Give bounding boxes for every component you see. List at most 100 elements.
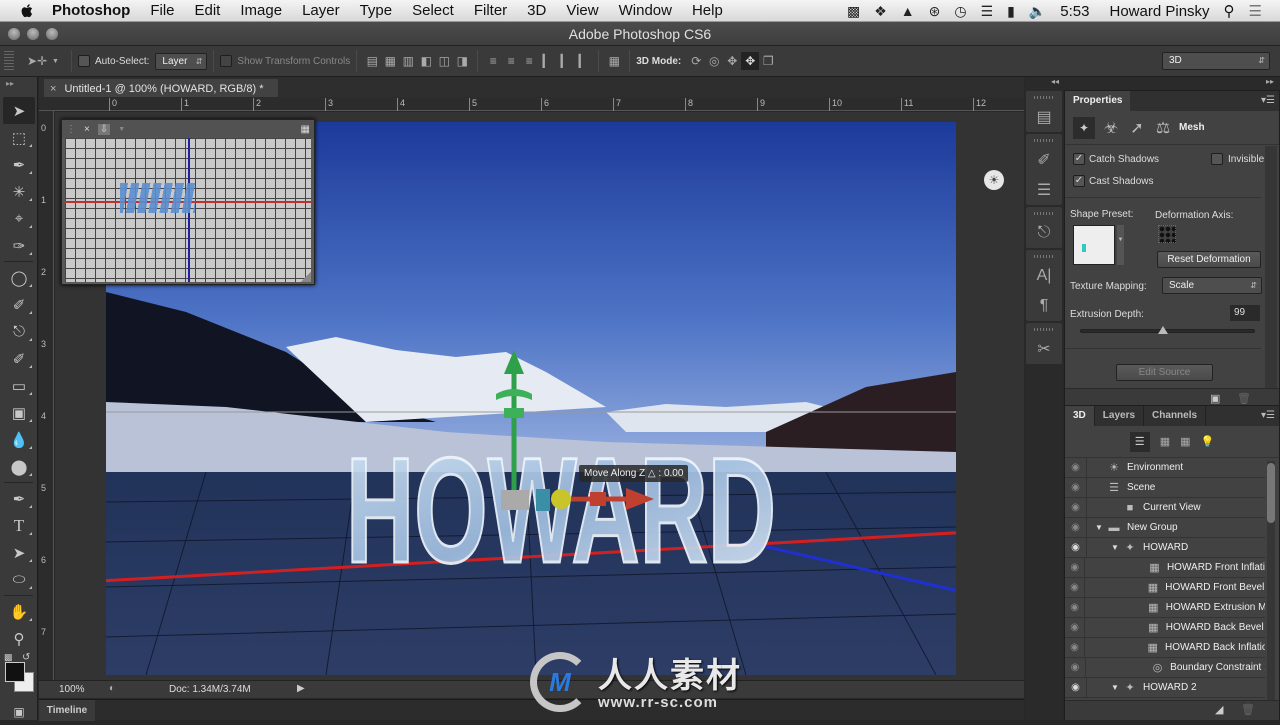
extrusion-depth-slider-thumb[interactable]	[1158, 326, 1169, 334]
brush-tool[interactable]: ✐	[0, 291, 38, 318]
workspace-dropdown[interactable]: 3D ⇵	[1162, 52, 1270, 70]
visibility-eye-icon[interactable]: ◉	[1065, 617, 1086, 638]
secondary-resize-handle[interactable]	[301, 272, 311, 282]
visibility-eye-icon[interactable]: ◉	[1065, 677, 1087, 698]
align-bottom-icon[interactable]: ▥	[399, 52, 417, 70]
select-view-icon[interactable]: ⇩	[97, 123, 111, 135]
close-document-icon[interactable]: ×	[50, 83, 56, 95]
whole-scene-filter-icon[interactable]: ☰	[1129, 431, 1150, 452]
menu-filter[interactable]: Filter	[474, 2, 507, 19]
edit-source-button[interactable]: Edit Source	[1116, 364, 1213, 381]
move-tool[interactable]: ➤	[3, 97, 35, 124]
mesh-section-icon[interactable]: ✦	[1073, 116, 1095, 139]
close-window-button[interactable]	[8, 28, 20, 40]
shape-preset-picker[interactable]	[1073, 225, 1115, 265]
auto-align-icon[interactable]: ▦	[605, 52, 623, 70]
catch-shadows-checkbox[interactable]: ✓	[1073, 153, 1085, 165]
visibility-eye-icon[interactable]: ◉	[1065, 577, 1086, 598]
clone-source-icon[interactable]: ⎋	[1026, 218, 1062, 248]
menu-help[interactable]: Help	[692, 2, 723, 19]
vertical-ruler[interactable]: 0 1 2 3 4 5 6 7	[39, 111, 54, 680]
tab-layers[interactable]: Layers	[1093, 406, 1143, 426]
distribute-vcenter-icon[interactable]: ≡	[502, 52, 520, 70]
pen-tool[interactable]: ✒	[0, 485, 38, 512]
visibility-eye-icon[interactable]: ◉	[1065, 517, 1087, 538]
3d-panel-menu-icon[interactable]: ▾☰	[1261, 410, 1275, 421]
airplay-icon[interactable]: ▲	[901, 3, 915, 19]
expand-triangle-icon[interactable]: ▼	[1111, 683, 1123, 692]
blur-tool[interactable]: 💧	[0, 426, 38, 453]
character-panel-icon[interactable]: A|	[1026, 261, 1062, 291]
healing-brush-tool[interactable]: ◯	[0, 264, 38, 291]
distribute-bottom-icon[interactable]: ≡	[520, 52, 538, 70]
magic-wand-tool[interactable]: ✳	[0, 178, 38, 205]
3d-list-scrollbar[interactable]	[1267, 461, 1275, 701]
eraser-tool[interactable]: ▭	[0, 372, 38, 399]
menu-file[interactable]: File	[150, 2, 174, 19]
delete-icon[interactable]: 🗑	[1237, 392, 1251, 405]
gizmo-x-knob[interactable]	[551, 489, 571, 509]
extrusion-depth-input[interactable]: 99	[1230, 305, 1260, 321]
materials-filter-icon[interactable]: ▦	[1180, 435, 1190, 448]
move-tool-preset-icon[interactable]: ➤✛	[24, 52, 50, 70]
ellipse-tool[interactable]: ⬭	[0, 566, 38, 593]
properties-tab[interactable]: Properties	[1065, 91, 1131, 111]
meshes-filter-icon[interactable]: ▦	[1160, 435, 1170, 448]
swap-views-icon[interactable]: ▦	[301, 124, 310, 135]
gizmo-z-handle[interactable]	[536, 489, 550, 511]
extrusion-depth-slider[interactable]	[1080, 326, 1255, 334]
3d-scene-row[interactable]: ◉ ▦ HOWARD Front Inflati...	[1065, 557, 1265, 578]
align-left-icon[interactable]: ◧	[417, 52, 435, 70]
menu-type[interactable]: Type	[360, 2, 393, 19]
status-menu-arrow[interactable]: ▶	[297, 683, 305, 694]
menu-image[interactable]: Image	[240, 2, 282, 19]
deformation-axis-widget[interactable]	[1158, 225, 1176, 243]
3d-scene-row[interactable]: ◉ ▼ ▬ New Group	[1065, 517, 1265, 538]
3d-text-howard[interactable]: HOWARD	[345, 425, 778, 596]
secondary-view-grip[interactable]: ⋮	[66, 124, 76, 135]
3d-scene-row[interactable]: ◉ ▦ HOWARD Extrusion M...	[1065, 597, 1265, 618]
expand-triangle-icon[interactable]: ▼	[1111, 543, 1123, 552]
minimize-window-button[interactable]	[27, 28, 39, 40]
menu-view[interactable]: View	[566, 2, 598, 19]
spotlight-search-icon[interactable]: ⚲	[1224, 2, 1235, 20]
texture-mapping-dropdown[interactable]: Scale ⇵	[1162, 277, 1262, 294]
align-right-icon[interactable]: ◨	[453, 52, 471, 70]
visibility-eye-icon[interactable]: ◉	[1065, 657, 1087, 678]
dropbox-icon[interactable]: ❖	[874, 3, 887, 20]
distribute-hcenter-icon[interactable]: ▎	[556, 52, 574, 70]
paragraph-panel-icon[interactable]: ¶	[1026, 291, 1062, 321]
auto-select-checkbox[interactable]	[77, 55, 90, 67]
gizmo-center[interactable]	[501, 490, 529, 510]
3d-scene-row[interactable]: ◉ ▼ ✦ HOWARD 2	[1065, 677, 1265, 698]
distribute-top-icon[interactable]: ≡	[484, 52, 502, 70]
3d-scene-row[interactable]: ◉ ▦ HOWARD Front Bevel ...	[1065, 577, 1265, 598]
menubar-clock[interactable]: 5:53	[1060, 3, 1089, 20]
visibility-eye-icon[interactable]: ◉	[1065, 637, 1085, 658]
visibility-eye-icon[interactable]: ◉	[1065, 497, 1087, 518]
gizmo-y-scale[interactable]	[504, 408, 524, 418]
shape-preset-dropdown[interactable]: ▼	[1117, 225, 1124, 265]
eyedropper-tool[interactable]: ✑	[0, 232, 38, 259]
menu-3d[interactable]: 3D	[527, 2, 546, 19]
quick-mask-icon[interactable]: ▣	[0, 698, 38, 725]
3d-scene-row[interactable]: ◉ ■ Current View	[1065, 497, 1265, 518]
menubar-user[interactable]: Howard Pinsky	[1110, 3, 1210, 20]
lights-filter-icon[interactable]: 💡	[1201, 435, 1215, 448]
clone-stamp-tool[interactable]: ⎋	[0, 318, 38, 345]
gradient-tool[interactable]: ▣	[0, 399, 38, 426]
roll-3d-object-icon[interactable]: ◎	[705, 52, 723, 70]
dodge-tool[interactable]: ⬤	[0, 453, 38, 480]
visibility-eye-icon[interactable]: ◉	[1065, 597, 1086, 618]
bluetooth-icon[interactable]: ⊛	[929, 3, 941, 20]
tab-channels[interactable]: Channels	[1143, 406, 1207, 426]
volume-icon[interactable]: 🔈	[1029, 3, 1046, 20]
visibility-eye-icon[interactable]: ◉	[1065, 557, 1086, 578]
zoom-tool[interactable]: ⚲	[0, 625, 38, 652]
reset-deformation-button[interactable]: Reset Deformation	[1157, 251, 1261, 268]
lasso-tool[interactable]: ✒	[0, 151, 38, 178]
tool-presets-icon[interactable]: ✂	[1026, 334, 1062, 364]
rotate-3d-object-icon[interactable]: ⟳	[687, 52, 705, 70]
render-icon[interactable]: ▣	[1210, 392, 1220, 405]
light-widget-icon[interactable]: ☀	[984, 170, 1004, 190]
